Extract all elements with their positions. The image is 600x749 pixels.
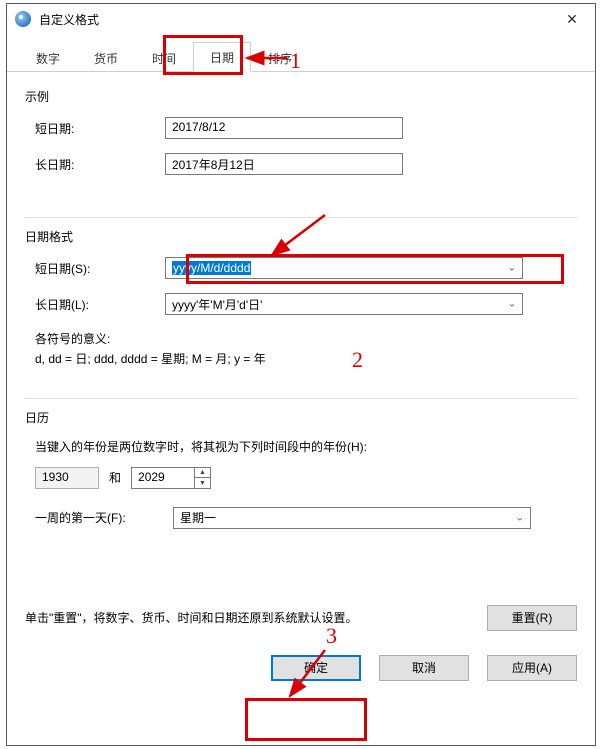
year-to-spinner[interactable]: ▲ ▼ xyxy=(195,467,211,489)
year-to-field[interactable]: 2029 xyxy=(131,467,195,489)
content-area: 示例 短日期: 2017/8/12 长日期: 2017年8月12日 日期格式 短… xyxy=(7,72,595,565)
long-date-format-label: 长日期(L): xyxy=(25,296,165,313)
tab-time[interactable]: 时间 xyxy=(135,43,193,72)
tab-number[interactable]: 数字 xyxy=(19,43,77,72)
two-digit-year-text: 当键入的年份是两位数字时，将其视为下列时间段中的年份(H): xyxy=(25,438,577,455)
short-date-format-label: 短日期(S): xyxy=(25,260,165,277)
meaning-label: 各符号的意义: xyxy=(35,329,577,349)
chevron-down-icon: ⌄ xyxy=(508,263,516,274)
apply-button[interactable]: 应用(A) xyxy=(487,655,577,681)
tab-sorting[interactable]: 排序 xyxy=(251,43,309,72)
group-example-title: 示例 xyxy=(25,88,577,105)
group-example: 示例 短日期: 2017/8/12 长日期: 2017年8月12日 xyxy=(25,88,577,203)
short-date-example-label: 短日期: xyxy=(25,120,165,137)
year-from-field: 1930 xyxy=(35,467,99,489)
group-calendar-title: 日历 xyxy=(25,409,577,426)
firstday-combo[interactable]: 星期一 ⌄ xyxy=(173,507,531,529)
titlebar: 自定义格式 ✕ xyxy=(7,4,595,34)
chevron-down-icon: ⌄ xyxy=(516,512,524,523)
chevron-up-icon[interactable]: ▲ xyxy=(195,468,210,479)
reset-button[interactable]: 重置(R) xyxy=(487,605,577,631)
tab-currency[interactable]: 货币 xyxy=(77,43,135,72)
globe-icon xyxy=(15,11,31,27)
cancel-button[interactable]: 取消 xyxy=(379,655,469,681)
dialog-buttons: 确定 取消 应用(A) xyxy=(7,645,595,695)
year-range-row: 1930 和 2029 ▲ ▼ xyxy=(25,467,577,489)
long-date-format-combo[interactable]: yyyy'年'M'月'd'日' ⌄ xyxy=(165,293,523,315)
short-date-example-value: 2017/8/12 xyxy=(165,117,403,139)
short-date-format-value: yyyy/M/d/dddd xyxy=(172,261,251,275)
long-date-format-value: yyyy'年'M'月'd'日' xyxy=(172,296,262,313)
chevron-down-icon[interactable]: ▼ xyxy=(195,478,210,488)
group-format: 日期格式 短日期(S): yyyy/M/d/dddd ⌄ 长日期(L): yyy… xyxy=(25,217,577,384)
short-date-format-combo[interactable]: yyyy/M/d/dddd ⌄ xyxy=(165,257,523,279)
long-date-example-value: 2017年8月12日 xyxy=(165,153,403,175)
long-date-example-label: 长日期: xyxy=(25,156,165,173)
ok-button[interactable]: 确定 xyxy=(271,655,361,681)
reset-note: 单击"重置"，将数字、货币、时间和日期还原到系统默认设置。 xyxy=(25,609,358,626)
firstday-value: 星期一 xyxy=(180,509,216,526)
chevron-down-icon: ⌄ xyxy=(508,299,516,310)
firstday-label: 一周的第一天(F): xyxy=(25,509,173,526)
close-icon: ✕ xyxy=(566,11,578,28)
close-button[interactable]: ✕ xyxy=(549,4,595,34)
tab-date[interactable]: 日期 xyxy=(193,42,251,72)
group-calendar: 日历 当键入的年份是两位数字时，将其视为下列时间段中的年份(H): 1930 和… xyxy=(25,398,577,557)
window-title: 自定义格式 xyxy=(39,11,99,28)
and-label: 和 xyxy=(109,469,121,486)
meaning-block: 各符号的意义: d, dd = 日; ddd, dddd = 星期; M = 月… xyxy=(25,329,577,370)
meaning-text: d, dd = 日; ddd, dddd = 星期; M = 月; y = 年 xyxy=(35,349,577,369)
group-format-title: 日期格式 xyxy=(25,228,577,245)
tabstrip: 数字 货币 时间 日期 排序 xyxy=(7,44,595,72)
dialog-window: 自定义格式 ✕ 数字 货币 时间 日期 排序 示例 短日期: 2017/8/12… xyxy=(6,3,596,746)
reset-note-row: 单击"重置"，将数字、货币、时间和日期还原到系统默认设置。 重置(R) xyxy=(7,565,595,645)
